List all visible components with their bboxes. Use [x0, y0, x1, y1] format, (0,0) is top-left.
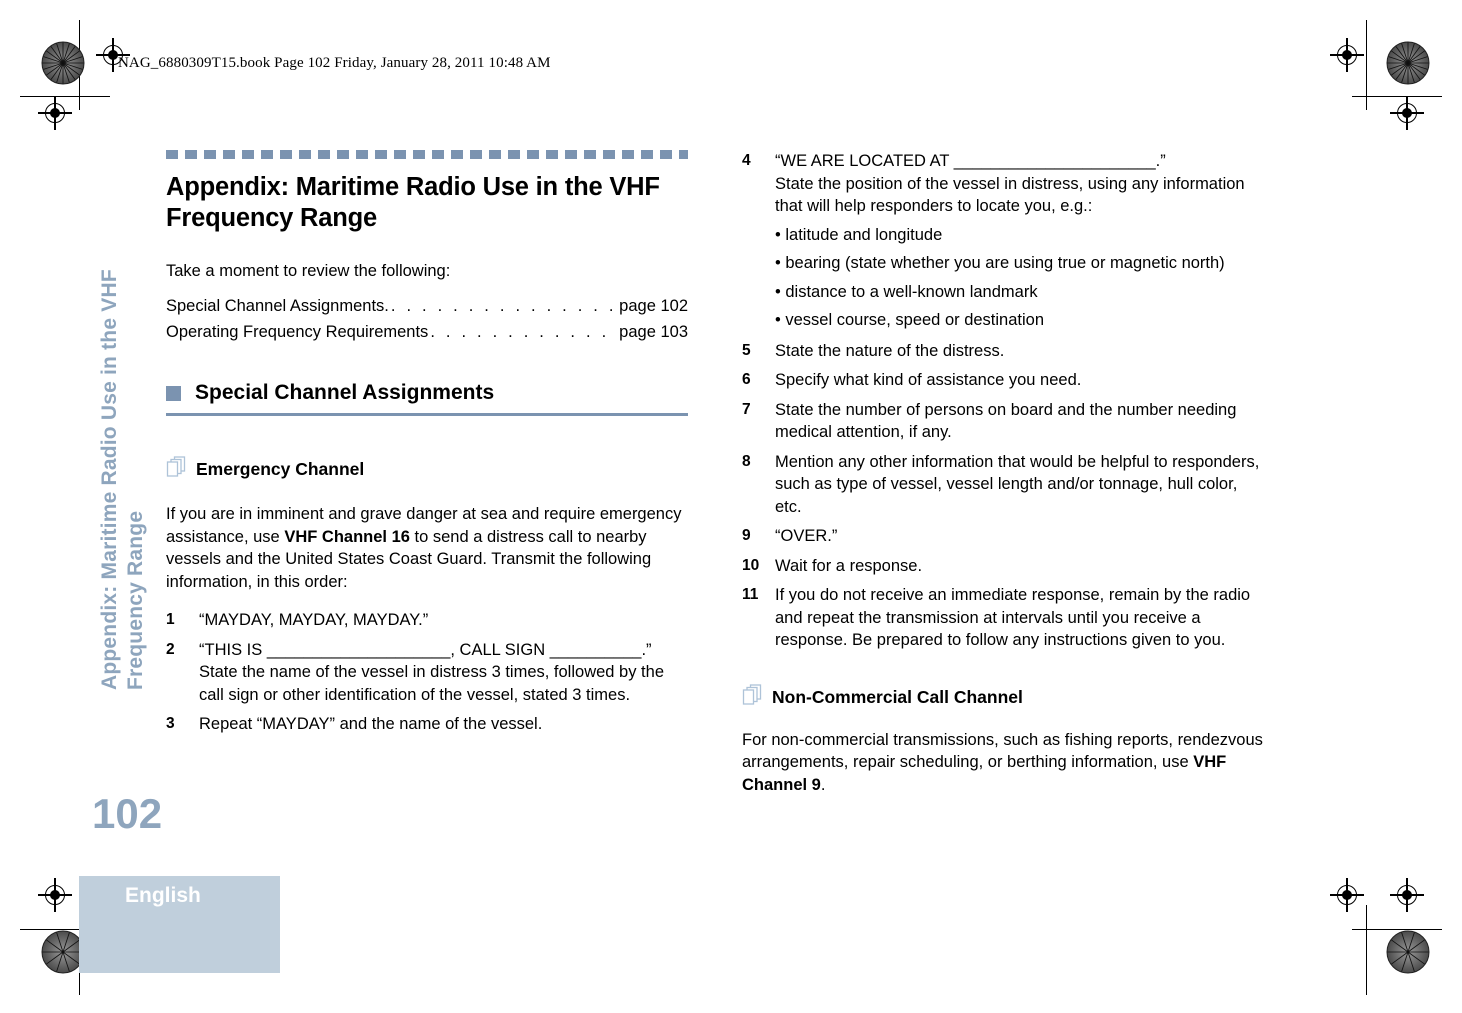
non-commercial-text-a: For non-commercial transmissions, such a…	[742, 730, 1263, 772]
toc-page: page 103	[619, 323, 688, 341]
running-head-line-1: Appendix: Maritime Radio Use in the VHF	[98, 269, 121, 690]
step-main-text: “WE ARE LOCATED AT _____________________…	[775, 152, 1166, 170]
step-text: Specify what kind of assistance you need…	[775, 371, 1082, 389]
registration-target-icon	[1390, 96, 1424, 130]
toc-page: page 102	[619, 297, 688, 315]
subheading-label: Emergency Channel	[196, 459, 365, 479]
trim-line-top-right-horizontal	[1352, 96, 1442, 98]
trim-line-top-left-horizontal	[20, 96, 110, 98]
section-heading-label: Special Channel Assignments	[195, 381, 495, 404]
list-item: 7 State the number of persons on board a…	[742, 399, 1264, 444]
registration-target-icon	[1330, 878, 1364, 912]
non-commercial-paragraph: For non-commercial transmissions, such a…	[742, 729, 1264, 797]
subheading-non-commercial-call-channel: Non-Commercial Call Channel	[742, 683, 1264, 711]
step-number: 4	[742, 152, 751, 169]
toc-label: Special Channel Assignments.	[166, 297, 389, 315]
footer-language-label: English	[125, 884, 201, 907]
running-head-line-2: Frequency Range	[124, 510, 147, 690]
step-main-text: “THIS IS ____________________, CALL SIGN…	[199, 640, 652, 659]
list-item: 1 “MAYDAY, MAYDAY, MAYDAY.”	[166, 609, 688, 632]
list-item: • latitude and longitude	[775, 225, 943, 244]
print-rosette-icon	[1386, 41, 1430, 85]
step-bullet-list: • latitude and longitude • bearing (stat…	[775, 224, 1264, 332]
step-number: 5	[742, 341, 751, 359]
step-number: 7	[742, 400, 751, 418]
running-head: Appendix: Maritime Radio Use in the VHF …	[98, 130, 162, 690]
intro-text: Take a moment to review the following:	[166, 262, 451, 280]
pages-stack-icon	[742, 683, 762, 711]
list-item: 11 If you do not receive an immediate re…	[742, 584, 1264, 652]
list-item: 6 Specify what kind of assistance you ne…	[742, 369, 1264, 392]
step-text: State the nature of the distress.	[775, 341, 1005, 360]
emergency-steps-left: 1 “MAYDAY, MAYDAY, MAYDAY.” 2 “THIS IS _…	[166, 609, 688, 736]
print-rosette-icon	[1386, 930, 1430, 974]
step-number: 6	[742, 371, 751, 388]
registration-target-icon	[38, 878, 72, 912]
step-number: 2	[166, 640, 175, 658]
page-title: Appendix: Maritime Radio Use in the VHF …	[166, 173, 660, 232]
pages-stack-icon	[166, 456, 186, 483]
emergency-intro-paragraph: If you are in imminent and grave danger …	[166, 503, 688, 593]
toc-entry[interactable]: Special Channel Assignments. . . . . . .…	[166, 293, 688, 319]
page-number: 102	[92, 790, 163, 837]
trim-line-left-vertical	[79, 20, 81, 110]
print-rosette-icon	[41, 41, 85, 85]
step-note: State the position of the vessel in dist…	[775, 174, 1245, 216]
step-number: 10	[742, 556, 760, 574]
emergency-steps-right: 4 “WE ARE LOCATED AT ___________________…	[742, 150, 1264, 652]
trim-line-right-vertical-lower	[1366, 905, 1368, 995]
list-item: 10 Wait for a response.	[742, 555, 1264, 578]
step-note: State the name of the vessel in distress…	[199, 663, 664, 704]
toc-leader-dots: . . . . . . . . . . . . .	[430, 323, 618, 341]
step-number: 9	[742, 527, 751, 544]
registration-target-icon	[38, 96, 72, 130]
step-number: 1	[166, 611, 175, 628]
list-item: 4 “WE ARE LOCATED AT ___________________…	[742, 150, 1264, 332]
registration-target-icon	[1390, 878, 1424, 912]
step-text: If you do not receive an immediate respo…	[775, 586, 1251, 649]
toc-leader-dots: . . . . . . . . . . . . . . . . .	[390, 297, 617, 315]
toc-entry[interactable]: Operating Frequency Requirements . . . .…	[166, 319, 688, 345]
step-text: Wait for a response.	[775, 556, 923, 575]
list-item: 3 Repeat “MAYDAY” and the name of the ve…	[166, 713, 688, 736]
step-text: Repeat “MAYDAY” and the name of the vess…	[199, 715, 543, 733]
non-commercial-text-b: .	[820, 775, 826, 794]
step-text: “WE ARE LOCATED AT _____________________…	[775, 150, 1264, 332]
list-item: 9 “OVER.”	[742, 525, 1264, 548]
trim-line-bottom-right-horizontal	[1352, 929, 1442, 931]
list-item: • bearing (state whether you are using t…	[775, 254, 1225, 272]
emergency-intro-channel: VHF Channel 16	[284, 527, 410, 546]
subheading-emergency-channel: Emergency Channel	[166, 456, 688, 483]
step-number: 8	[742, 452, 751, 470]
step-text: State the number of persons on board and…	[775, 400, 1237, 442]
section-heading-rule	[166, 413, 688, 416]
step-number: 3	[166, 715, 175, 732]
list-item: 8 Mention any other information that wou…	[742, 451, 1264, 519]
list-item: 5 State the nature of the distress.	[742, 340, 1264, 363]
content-column-left: Appendix: Maritime Radio Use in the VHF …	[166, 150, 688, 743]
title-dashed-rule	[166, 150, 688, 159]
step-text: Mention any other information that would…	[775, 452, 1260, 516]
trim-line-right-vertical	[1366, 20, 1368, 110]
square-bullet-icon	[166, 385, 181, 401]
file-header-text: NAG_6880309T15.book Page 102 Friday, Jan…	[118, 55, 551, 71]
section-heading-special-channel-assignments: Special Channel Assignments	[166, 381, 688, 416]
list-item: 2 “THIS IS ____________________, CALL SI…	[166, 639, 688, 707]
list-item: • distance to a well-known landmark	[775, 282, 1038, 301]
content-column-right: 4 “WE ARE LOCATED AT ___________________…	[742, 150, 1264, 812]
step-text: “MAYDAY, MAYDAY, MAYDAY.”	[199, 611, 429, 629]
registration-target-icon	[1330, 38, 1364, 72]
step-text: “OVER.”	[775, 527, 838, 545]
step-number: 11	[742, 586, 759, 603]
list-item: • vessel course, speed or destination	[775, 311, 1045, 329]
subheading-label: Non-Commercial Call Channel	[772, 686, 1023, 707]
toc-label: Operating Frequency Requirements	[166, 323, 429, 341]
step-text: “THIS IS ____________________, CALL SIGN…	[199, 639, 688, 707]
